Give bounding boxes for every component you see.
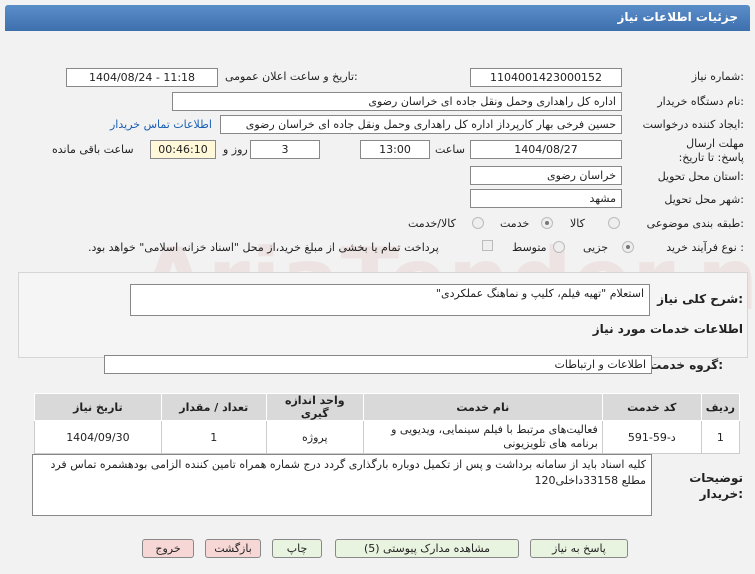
- deadline-time-field: 13:00: [360, 140, 430, 159]
- treasury-checkbox[interactable]: [482, 240, 493, 251]
- announce-field: 1404/08/24 - 11:18: [66, 68, 218, 87]
- announce-label: تاریخ و ساعت اعلان عمومی:: [225, 70, 358, 83]
- province-label: استان محل تحویل:: [657, 170, 744, 183]
- col-code: کد خدمت: [601, 393, 702, 421]
- view-docs-button[interactable]: مشاهده مدارک پیوستی (5): [335, 539, 519, 558]
- services-section-title: اطلاعات خدمات مورد نیاز: [592, 322, 743, 336]
- remaining-time-field: 00:46:10: [150, 140, 216, 159]
- summary-field: استعلام "تهیه فیلم، کلیپ و نماهنگ عملکرد…: [130, 284, 650, 316]
- process-note: پرداخت تمام یا بخشی از مبلغ خرید،از محل …: [88, 241, 439, 254]
- cell-date: 1404/09/30: [34, 420, 162, 454]
- process-option-minor: جزیی: [583, 241, 609, 254]
- col-date: تاریخ نیاز: [34, 393, 162, 421]
- buyer-field: اداره کل راهداری وحمل ونقل جاده ای خراسا…: [172, 92, 622, 111]
- contact-buyer-link[interactable]: اطلاعات تماس خریدار: [110, 118, 212, 131]
- services-table: ردیف کد خدمت نام خدمت واحد اندازه گیری ت…: [34, 393, 741, 454]
- creator-field: حسین فرخی بهار کارپرداز اداره کل راهداری…: [220, 115, 622, 134]
- buyer-label: نام دستگاه خریدار:: [657, 95, 744, 108]
- process-option-medium: متوسط: [512, 241, 547, 254]
- col-qty: تعداد / مقدار: [160, 393, 267, 421]
- need-number-label: شماره نیاز:: [691, 70, 744, 83]
- category-radio-goods[interactable]: [608, 217, 620, 229]
- category-option-goods: کالا: [570, 217, 585, 230]
- print-button[interactable]: چاپ: [272, 539, 322, 558]
- city-label: شهر محل تحویل:: [664, 193, 744, 206]
- need-number-field: 1104001423000152: [470, 68, 622, 87]
- deadline-date-field: 1404/08/27: [470, 140, 622, 159]
- process-radio-medium[interactable]: [553, 241, 565, 253]
- notes-field: کلیه اسناد باید از سامانه برداشت و پس از…: [32, 454, 652, 516]
- creator-label: ایجاد کننده درخواست:: [642, 118, 744, 131]
- days-label: روز و: [223, 143, 248, 156]
- province-field: خراسان رضوی: [470, 166, 622, 185]
- category-option-service: خدمت: [500, 217, 530, 230]
- back-button[interactable]: بازگشت: [205, 539, 261, 558]
- col-name: نام خدمت: [362, 393, 603, 421]
- deadline-label: مهلت ارسال پاسخ: تا تاریخ:: [678, 137, 744, 164]
- table-row: 1 د-59-591 فعالیت‌های مرتبط با فیلم سینم…: [34, 420, 741, 454]
- cell-qty: 1: [160, 420, 267, 454]
- table-header-row: ردیف کد خدمت نام خدمت واحد اندازه گیری ت…: [34, 393, 741, 421]
- category-label: طبقه بندی موضوعی:: [646, 217, 744, 230]
- deadline-time-label: ساعت: [435, 143, 465, 156]
- cell-unit: پروژه: [265, 420, 364, 454]
- notes-label: توضیحات خریدار:: [689, 471, 743, 501]
- category-radio-service[interactable]: [541, 217, 553, 229]
- window-title: جزئیات اطلاعات نیاز: [617, 10, 738, 24]
- city-field: مشهد: [470, 189, 622, 208]
- col-unit: واحد اندازه گیری: [265, 393, 364, 421]
- process-radio-minor[interactable]: [622, 241, 634, 253]
- days-field: 3: [250, 140, 320, 159]
- summary-label: شرح کلی نیاز:: [657, 292, 743, 306]
- cell-name: فعالیت‌های مرتبط با فیلم سینمایی، ویدیوی…: [362, 420, 603, 454]
- cell-code: د-59-591: [601, 420, 702, 454]
- exit-button[interactable]: خروج: [142, 539, 194, 558]
- category-radio-goods-service[interactable]: [472, 217, 484, 229]
- service-group-label: گروه خدمت:: [649, 358, 723, 372]
- service-group-field: اطلاعات و ارتباطات: [104, 355, 652, 374]
- reply-button[interactable]: پاسخ به نیاز: [530, 539, 628, 558]
- process-label: نوع فرآیند خرید :: [666, 241, 744, 254]
- category-option-goods-service: کالا/خدمت: [408, 217, 456, 230]
- remaining-label: ساعت باقی مانده: [52, 143, 134, 156]
- col-idx: ردیف: [700, 393, 741, 421]
- window-titlebar: جزئیات اطلاعات نیاز: [5, 5, 750, 31]
- cell-idx: 1: [700, 420, 741, 454]
